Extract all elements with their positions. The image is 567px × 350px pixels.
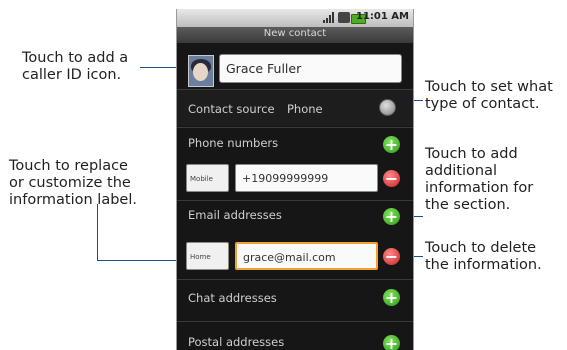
divider — [177, 279, 413, 280]
divider — [177, 127, 413, 128]
phone-section-header: Phone numbers — [188, 136, 279, 150]
network-icon — [338, 12, 350, 23]
contact-source-row[interactable]: Contact source Phone — [177, 90, 413, 126]
add-chat-plus-icon[interactable]: + — [383, 289, 400, 306]
delete-info-callout: Touch to delete the information. — [425, 240, 542, 273]
phone-type-button[interactable]: Mobile — [186, 164, 229, 192]
page-title: New contact — [263, 28, 327, 39]
status-bar: 11:01 AM — [177, 9, 413, 27]
chat-section-header: Chat addresses — [188, 291, 277, 305]
email-field[interactable]: grace@mail.com — [235, 242, 378, 270]
avatar-face — [193, 63, 208, 81]
add-info-callout: Touch to add additional information for … — [425, 146, 534, 213]
status-time: 11:01 AM — [355, 11, 409, 22]
caller-id-callout: Touch to add a caller ID icon. — [22, 50, 129, 83]
contact-source-value: Phone — [287, 102, 323, 116]
gear-icon[interactable] — [379, 99, 396, 116]
contact-source-label: Contact source — [188, 102, 275, 116]
divider — [177, 321, 413, 322]
signal-icon — [323, 12, 334, 23]
title-bar: New contact — [177, 27, 413, 43]
email-section-header: Email addresses — [188, 208, 282, 222]
divider — [177, 200, 413, 201]
remove-phone-minus-icon[interactable]: − — [383, 170, 400, 187]
add-email-plus-icon[interactable]: + — [383, 208, 400, 225]
add-postal-plus-icon[interactable]: + — [383, 335, 400, 350]
phone-screen: 11:01 AM New contact Grace Fuller Contac… — [176, 9, 414, 350]
postal-section-header: Postal addresses — [188, 335, 285, 349]
name-field[interactable]: Grace Fuller — [219, 54, 402, 83]
contact-type-callout: Touch to set what type of contact. — [425, 79, 553, 112]
add-phone-plus-icon[interactable]: + — [383, 136, 400, 153]
phone-number-field[interactable]: +19099999999 — [235, 164, 378, 192]
caller-id-photo[interactable] — [188, 55, 214, 87]
remove-email-minus-icon[interactable]: − — [383, 248, 400, 265]
replace-label-callout: Touch to replace or customize the inform… — [9, 158, 137, 208]
email-type-button[interactable]: Home — [186, 242, 229, 270]
replace-label-leader-v — [97, 204, 98, 260]
